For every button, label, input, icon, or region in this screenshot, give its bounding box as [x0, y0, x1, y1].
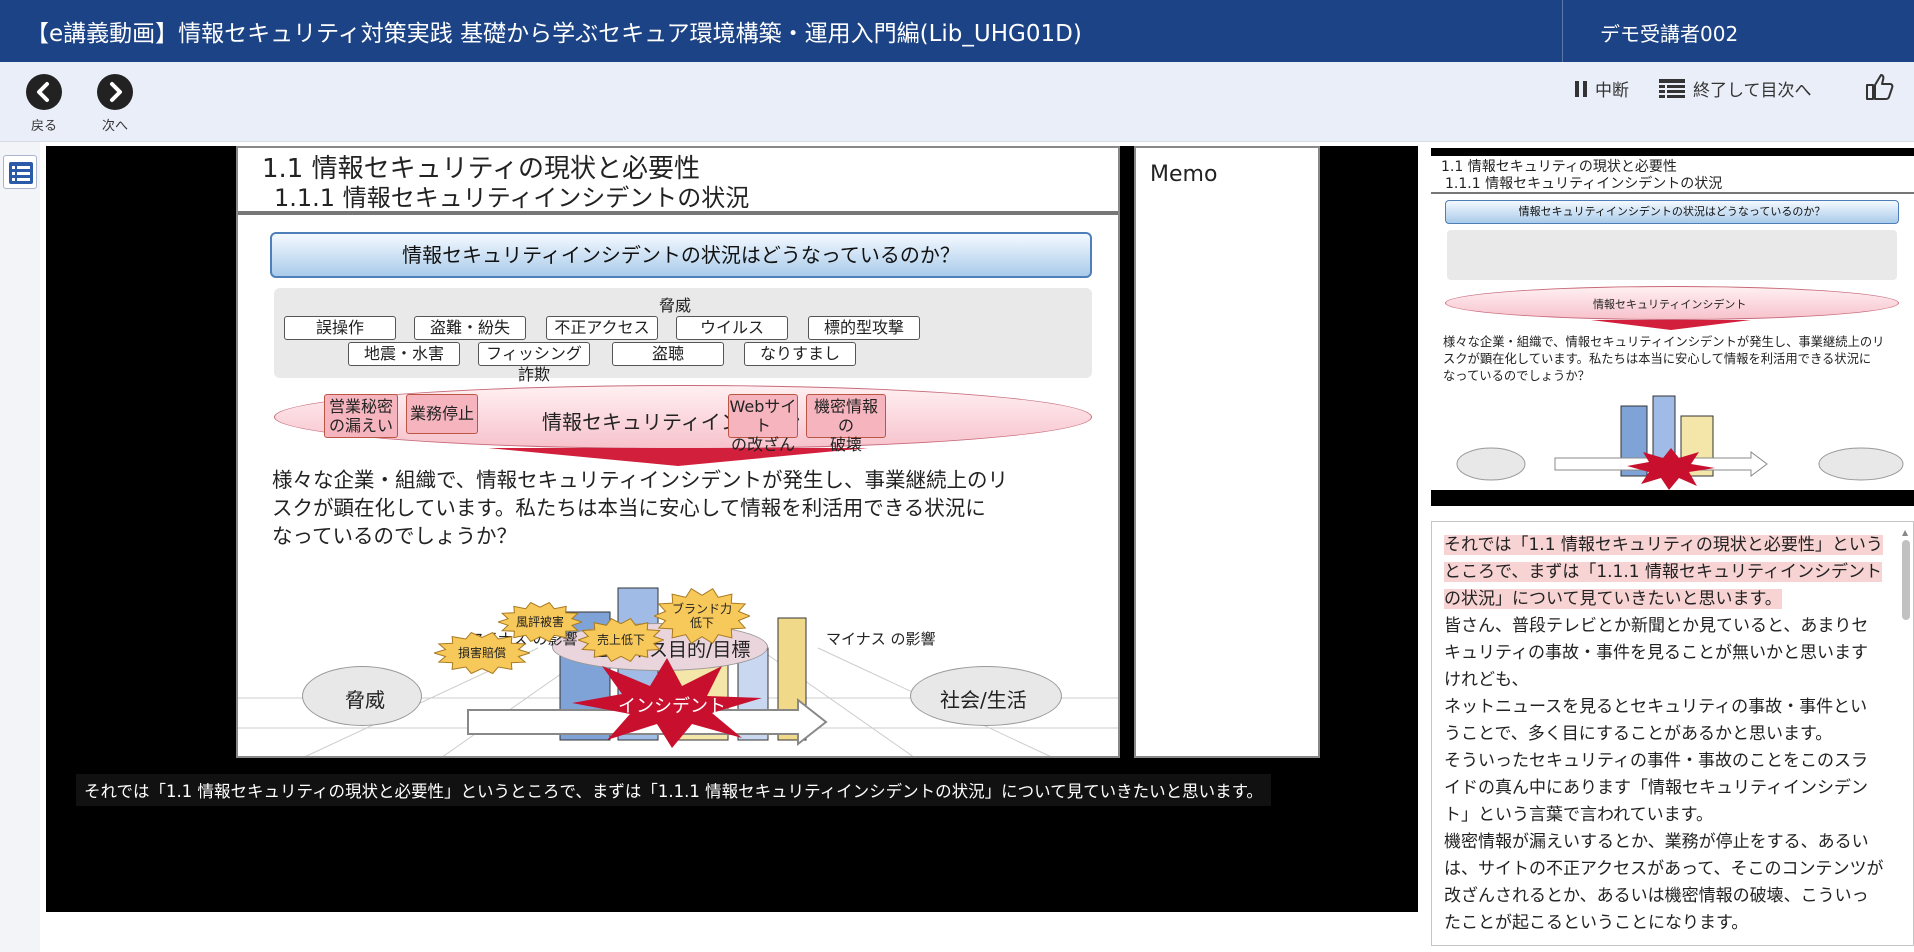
- thumb-illustration: [1456, 395, 1904, 490]
- thumb-body-line-3: なっているのでしょうか？: [1443, 369, 1590, 383]
- scroll-up-icon[interactable]: ▲: [1902, 528, 1908, 537]
- thumbs-up-icon: [1866, 74, 1894, 100]
- transcript-current-line[interactable]: それでは「1.1 情報セキュリティの現状と必要性」というところで、まずは「1.1…: [1444, 535, 1883, 609]
- pause-icon: [1575, 80, 1587, 97]
- thumb-rule: [1431, 192, 1914, 194]
- threats-title: 脅威: [659, 296, 692, 315]
- transcript-text: それでは「1.1 情報セキュリティの現状と必要性」というところで、まずは「1.1…: [1444, 532, 1884, 937]
- next-button[interactable]: 次へ: [85, 74, 145, 134]
- thumb-down-arrow-icon: [1591, 320, 1751, 330]
- thumb-heading-2: 1.1.1 情報セキュリティインシデントの状況: [1445, 176, 1723, 192]
- memo-panel[interactable]: Memo: [1134, 146, 1320, 758]
- minus-effect-right: マイナス の影響: [826, 630, 936, 648]
- thumb-body-line-2: スクが顕在化しています。私たちは本当に安心して情報を利活用できる状況に: [1443, 352, 1872, 366]
- thumbnail-content: 1.1 情報セキュリティの現状と必要性 1.1.1 情報セキュリティインシデント…: [1431, 156, 1914, 490]
- thumb-body: 様々な企業・組織で、情報セキュリティインシデントが発生し、事業継続上のリ スクが…: [1443, 334, 1884, 385]
- impact-burst-label: 損害賠償: [457, 646, 506, 660]
- threat-item: 地震・水害: [348, 342, 460, 366]
- memo-label: Memo: [1150, 162, 1218, 187]
- threat-item: フィッシング詐欺: [478, 342, 590, 384]
- player-toolbar: 戻る 次へ 中断 終了して目次へ: [0, 62, 1914, 142]
- subtitle-caption: それでは「1.1 情報セキュリティの現状と必要性」というところで、まずは「1.1…: [76, 774, 1271, 806]
- thumb-incident-label: 情報セキュリティインシデント: [1593, 298, 1747, 311]
- threat-item: ウイルス: [676, 316, 788, 340]
- transcript-scrollbar[interactable]: ▲: [1901, 528, 1911, 938]
- video-player[interactable]: 1.1 情報セキュリティの現状と必要性 1.1.1 情報セキュリティインシデント…: [46, 146, 1418, 912]
- heading-rule: [238, 211, 1118, 215]
- slide-body-line-1: 様々な企業・組織で、情報セキュリティインシデントが発生し、事業継続上のリ: [272, 468, 1008, 492]
- like-button[interactable]: [1864, 72, 1894, 106]
- slide-question: 情報セキュリティインシデントの状況はどうなっているのか？: [270, 232, 1092, 278]
- threat-item: 盗聴: [612, 342, 724, 366]
- transcript-line[interactable]: ネットニュースを見るとセキュリティの事故・事件ということで、多く目にすることがあ…: [1444, 694, 1884, 748]
- scrollbar-thumb[interactable]: [1902, 540, 1910, 620]
- thumb-threats-panel: [1447, 230, 1897, 280]
- left-rail: [0, 142, 40, 952]
- finish-to-toc-button[interactable]: 終了して目次へ: [1658, 76, 1812, 101]
- threat-item: 不正アクセス: [546, 316, 658, 340]
- header-divider: [1562, 0, 1563, 62]
- pause-label: 中断: [1595, 81, 1629, 101]
- list-icon: [9, 162, 33, 184]
- threat-circle-label: 脅威: [345, 688, 385, 712]
- thumb-body-line-1: 様々な企業・組織で、情報セキュリティインシデントが発生し、事業継続上のリ: [1443, 335, 1885, 349]
- society-label: 社会/生活: [940, 688, 1027, 712]
- back-label: 戻る: [30, 119, 57, 134]
- threat-item: なりすまし: [744, 342, 856, 366]
- slide-thumbnail[interactable]: 1.1 情報セキュリティの現状と必要性 1.1.1 情報セキュリティインシデント…: [1431, 148, 1914, 506]
- transcript-line[interactable]: 皆さん、普段テレビとか新聞とか見ていると、あまりセキュリティの事故・事件を見るこ…: [1444, 613, 1884, 694]
- thumb-question: 情報セキュリティインシデントの状況はどうなっているのか？: [1445, 200, 1899, 224]
- course-title: 【e講義動画】情報セキュリティ対策実践 基礎から学ぶセキュア環境構築・運用入門編…: [26, 21, 1082, 47]
- impact-burst-label: 売上低下: [596, 633, 645, 647]
- threat-item: 誤操作: [284, 316, 396, 340]
- incident-item: Webサイト の改ざん: [728, 394, 798, 454]
- incident-item: 業務停止: [406, 394, 478, 434]
- threat-item: 盗難・紛失: [414, 316, 526, 340]
- finish-list-icon: [1659, 78, 1685, 98]
- down-arrow-icon: [488, 448, 868, 466]
- next-arrow-icon: [97, 74, 133, 110]
- back-button[interactable]: 戻る: [14, 74, 74, 134]
- finish-label: 終了して目次へ: [1693, 81, 1812, 101]
- next-label: 次へ: [101, 119, 128, 134]
- incident-item: 営業秘密 の漏えい: [324, 394, 398, 438]
- incident-burst-label: インシデント: [618, 696, 726, 717]
- back-arrow-icon: [26, 74, 62, 110]
- threat-item: 標的型攻撃: [808, 316, 920, 340]
- app-header: 【e講義動画】情報セキュリティ対策実践 基礎から学ぶセキュア環境構築・運用入門編…: [0, 0, 1914, 62]
- toc-toggle-button[interactable]: [3, 155, 37, 189]
- lecture-slide: 1.1 情報セキュリティの現状と必要性 1.1.1 情報セキュリティインシデント…: [236, 146, 1120, 758]
- transcript-panel[interactable]: それでは「1.1 情報セキュリティの現状と必要性」というところで、まずは「1.1…: [1431, 521, 1914, 946]
- pause-button[interactable]: 中断: [1574, 76, 1629, 101]
- transcript-line[interactable]: 機密情報が漏えいするとか、業務が停止をする、あるいは、サイトの不正アクセスがあっ…: [1444, 829, 1884, 937]
- impact-burst-label: ブランド力 低下: [671, 602, 732, 630]
- user-name[interactable]: デモ受講者002: [1600, 18, 1738, 47]
- transcript-line[interactable]: そういったセキュリティの事件・事故のことをこのスライドの真ん中にあります「情報セ…: [1444, 748, 1884, 829]
- incident-item: 機密情報の 破壊: [806, 394, 886, 454]
- slide-heading-2: 1.1.1 情報セキュリティインシデントの状況: [274, 184, 750, 212]
- slide-body-line-2: スクが顕在化しています。私たちは本当に安心して情報を利活用できる状況に: [272, 496, 986, 520]
